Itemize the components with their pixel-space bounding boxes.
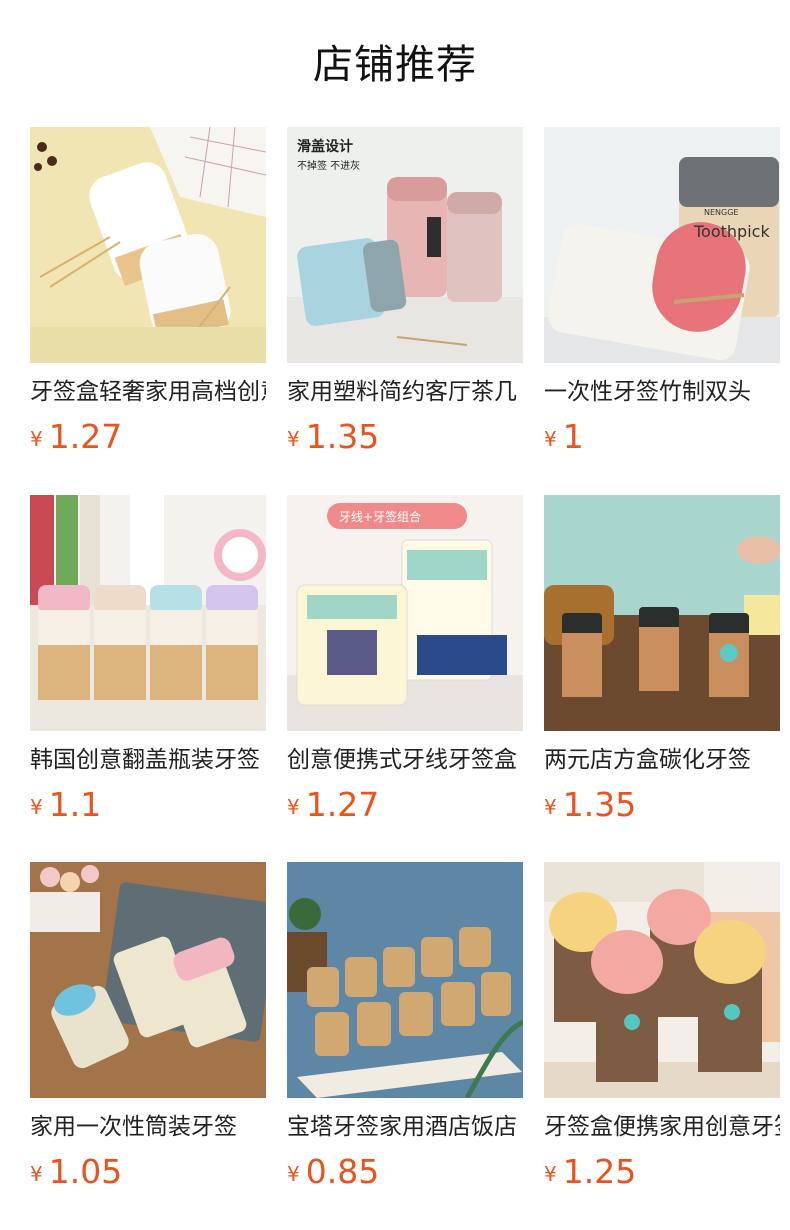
product-card[interactable]: Toothpick NENGGE 一次性牙签竹制双头 ¥1 [544,127,780,457]
product-price: ¥1.27 [30,417,266,457]
label-text: Toothpick [693,222,770,241]
currency-symbol: ¥ [287,427,300,451]
product-image[interactable]: Toothpick NENGGE [544,127,780,363]
product-card[interactable]: 牙线+牙签组合 创意便携式牙线牙签盒 ¥1.27 [287,495,523,825]
price-value: 1.27 [305,785,380,824]
badge-text: 牙线+牙签组合 [339,509,421,524]
product-price: ¥1.1 [30,785,266,825]
product-image[interactable] [30,495,266,731]
product-image[interactable]: 滑盖设计 不掉签 不进灰 [287,127,523,363]
product-card[interactable]: 牙签盒轻奢家用高档创意 ¥1.27 [30,127,266,457]
product-name[interactable]: 两元店方盒碳化牙签 [544,745,780,775]
brand-text: NENGGE [704,208,738,217]
currency-symbol: ¥ [30,795,43,819]
product-name[interactable]: 牙签盒便携家用创意牙签 [544,1112,780,1142]
product-image[interactable]: 牙线+牙签组合 [287,495,523,731]
product-name[interactable]: 韩国创意翻盖瓶装牙签 [30,745,266,775]
product-name[interactable]: 创意便携式牙线牙签盒 [287,745,523,775]
product-card[interactable]: 宝塔牙签家用酒店饭店 ¥0.85 [287,862,523,1192]
currency-symbol: ¥ [544,1162,557,1186]
product-image[interactable] [30,862,266,1098]
product-name[interactable]: 牙签盒轻奢家用高档创意 [30,377,266,407]
price-value: 0.85 [305,1152,380,1191]
product-card[interactable]: 两元店方盒碳化牙签 ¥1.35 [544,495,780,825]
currency-symbol: ¥ [287,795,300,819]
page-title: 店铺推荐 [313,42,477,88]
product-name[interactable]: 家用塑料简约客厅茶几 [287,377,523,407]
price-value: 1 [562,417,584,456]
product-card[interactable]: 牙签盒便携家用创意牙签 ¥1.25 [544,862,780,1192]
currency-symbol: ¥ [30,427,43,451]
price-value: 1.27 [48,417,123,456]
product-name[interactable]: 宝塔牙签家用酒店饭店 [287,1112,523,1142]
badge-text: 滑盖设计 [297,138,353,155]
product-name[interactable]: 家用一次性筒装牙签 [30,1112,266,1142]
product-price: ¥1 [544,417,780,457]
product-card[interactable]: 滑盖设计 不掉签 不进灰 家用塑料简约客厅茶几 ¥1.35 [287,127,523,457]
product-price: ¥1.05 [30,1152,266,1192]
price-value: 1.1 [48,785,102,824]
product-card[interactable]: 家用一次性筒装牙签 ¥1.05 [30,862,266,1192]
price-value: 1.35 [562,785,637,824]
badge-subtext: 不掉签 不进灰 [297,159,360,172]
product-image[interactable] [544,495,780,731]
price-value: 1.05 [48,1152,123,1191]
price-value: 1.25 [562,1152,637,1191]
product-price: ¥1.35 [544,785,780,825]
product-image[interactable] [30,127,266,363]
product-name[interactable]: 一次性牙签竹制双头 [544,377,780,407]
currency-symbol: ¥ [30,1162,43,1186]
product-image[interactable] [544,862,780,1098]
product-image[interactable] [287,862,523,1098]
currency-symbol: ¥ [544,427,557,451]
currency-symbol: ¥ [287,1162,300,1186]
product-price: ¥1.25 [544,1152,780,1192]
product-price: ¥1.27 [287,785,523,825]
currency-symbol: ¥ [544,795,557,819]
product-card[interactable]: 韩国创意翻盖瓶装牙签 ¥1.1 [30,495,266,825]
product-price: ¥1.35 [287,417,523,457]
product-price: ¥0.85 [287,1152,523,1192]
price-value: 1.35 [305,417,380,456]
